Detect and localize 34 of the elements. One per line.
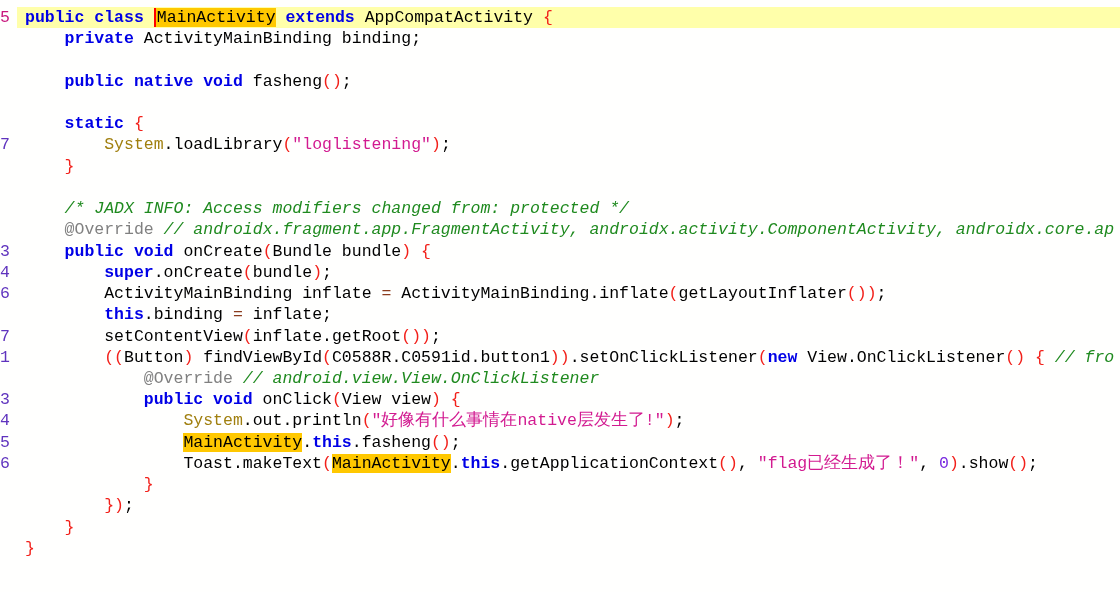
line-number: 7: [0, 135, 10, 155]
code-line: }: [64, 516, 75, 538]
code-line: this.binding = inflate;: [104, 304, 332, 326]
code-line: super.onCreate(bundle);: [104, 261, 332, 284]
line-number: 7: [0, 326, 10, 346]
line-number: 4: [0, 411, 10, 431]
code-line: @Override // android.view.View.OnClickListener: [143, 368, 600, 390]
code-line: setContentView(inflate.getRoot());: [104, 325, 441, 347]
line-number: 3: [0, 241, 10, 261]
code-line: }: [25, 537, 35, 560]
code-line: }: [143, 474, 154, 496]
code-line: System.loadLibrary("loglistening");: [104, 134, 451, 156]
code-line: Toast.makeText(MainActivity.this.getApplicationContext(), "flag已经生成了！", 0).show();: [183, 452, 1038, 475]
code-line: public native void fasheng();: [64, 70, 352, 92]
code-line: /* JADX INFO: Access modifiers changed from: protected */: [64, 198, 629, 220]
code-line: static {: [64, 113, 144, 135]
code-line: });: [104, 495, 134, 517]
code-line: MainActivity.this.fasheng();: [183, 431, 461, 453]
line-number: 1: [0, 347, 10, 367]
line-number: 4: [0, 262, 10, 282]
line-number: 3: [0, 390, 10, 410]
code-line: public void onClick(View view) {: [143, 389, 461, 411]
line-number: 5: [0, 8, 10, 27]
code-line: ActivityMainBinding inflate = ActivityMainBinding.inflate(getLayoutInflater());: [104, 283, 887, 305]
code-line: private ActivityMainBinding binding;: [64, 28, 422, 50]
line-number: 6: [0, 453, 10, 473]
code-line: ((Button) findViewById(C0588R.C0591id.button1)).setOnClickListener(new View.OnClickListener() { // fro: [104, 346, 1115, 368]
code-line: @Override // androidx.fragment.app.FragmentActivity, androidx.activity.ComponentActivity, androidx.core.ap: [64, 219, 1115, 241]
code-line: }: [64, 155, 75, 177]
code-line: System.out.println("好像有什么事情在native层发生了!");: [183, 410, 685, 432]
code-line: public void onCreate(Bundle bundle) {: [64, 240, 431, 262]
line-number: 5: [0, 432, 10, 452]
code-line: public class MainActivity extends AppCompatActivity {: [25, 7, 553, 29]
line-number: 6: [0, 284, 10, 304]
